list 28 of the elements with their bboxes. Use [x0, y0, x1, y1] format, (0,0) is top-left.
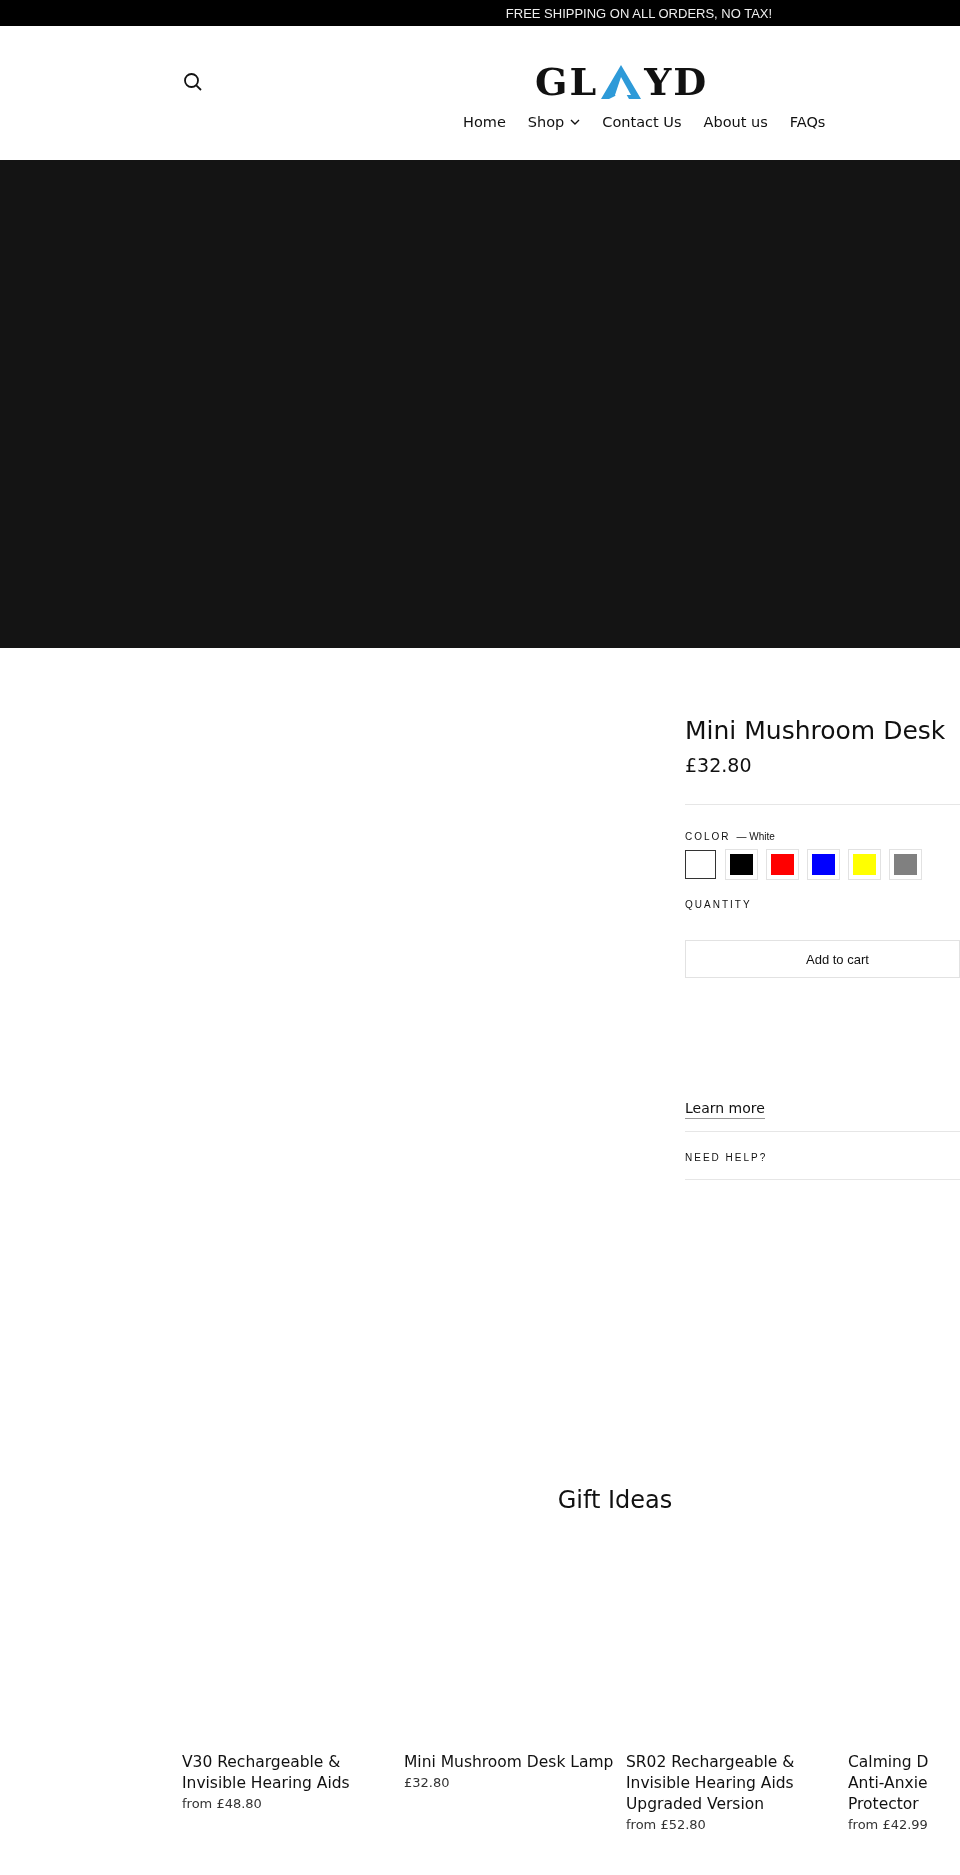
color-swatch[interactable]: [685, 850, 716, 879]
product-price: from £48.80: [182, 1796, 262, 1811]
product-name-link[interactable]: SR02 Rechargeable & Invisible Hearing Aids Upgraded Version: [626, 1752, 838, 1815]
product-price: £32.80: [685, 754, 753, 776]
add-to-cart-button[interactable]: Add to cart: [685, 940, 960, 978]
need-help-toggle[interactable]: NEED HELP?: [685, 1132, 960, 1179]
announcement-text: FREE SHIPPING ON ALL ORDERS, NO TAX!: [505, 5, 773, 21]
product-name-link[interactable]: V30 Rechargeable & Invisible Hearing Aids: [182, 1752, 394, 1794]
nav-link[interactable]: Home: [463, 114, 506, 130]
nav-link[interactable]: Contact Us: [602, 114, 682, 130]
nav-link[interactable]: About us: [703, 114, 768, 130]
color-label: COLOR: [685, 831, 731, 842]
nav-link[interactable]: FAQs: [789, 114, 826, 130]
logo-text[interactable]: GL: [535, 64, 599, 100]
search-icon[interactable]: [183, 72, 203, 92]
product-name-link[interactable]: Calming D Anti-Anxie Protector: [848, 1752, 929, 1815]
product-price: from £42.99: [848, 1817, 928, 1832]
color-value: — White: [736, 831, 775, 842]
product-name-link[interactable]: Mini Mushroom Desk Lamp: [404, 1752, 614, 1773]
product-price: £32.80: [404, 1775, 450, 1790]
learn-more-link[interactable]: Learn more: [685, 1100, 765, 1119]
section-heading: Gift Ideas: [556, 1486, 674, 1514]
quantity-label: QUANTITY: [685, 899, 753, 910]
triangle-logo-icon: [601, 65, 642, 99]
product-title: Mini Mushroom Desk: [685, 715, 947, 747]
nav-link[interactable]: Shop: [527, 114, 581, 130]
logo-text[interactable]: YD: [644, 64, 709, 100]
product-price: from £52.80: [626, 1817, 706, 1832]
